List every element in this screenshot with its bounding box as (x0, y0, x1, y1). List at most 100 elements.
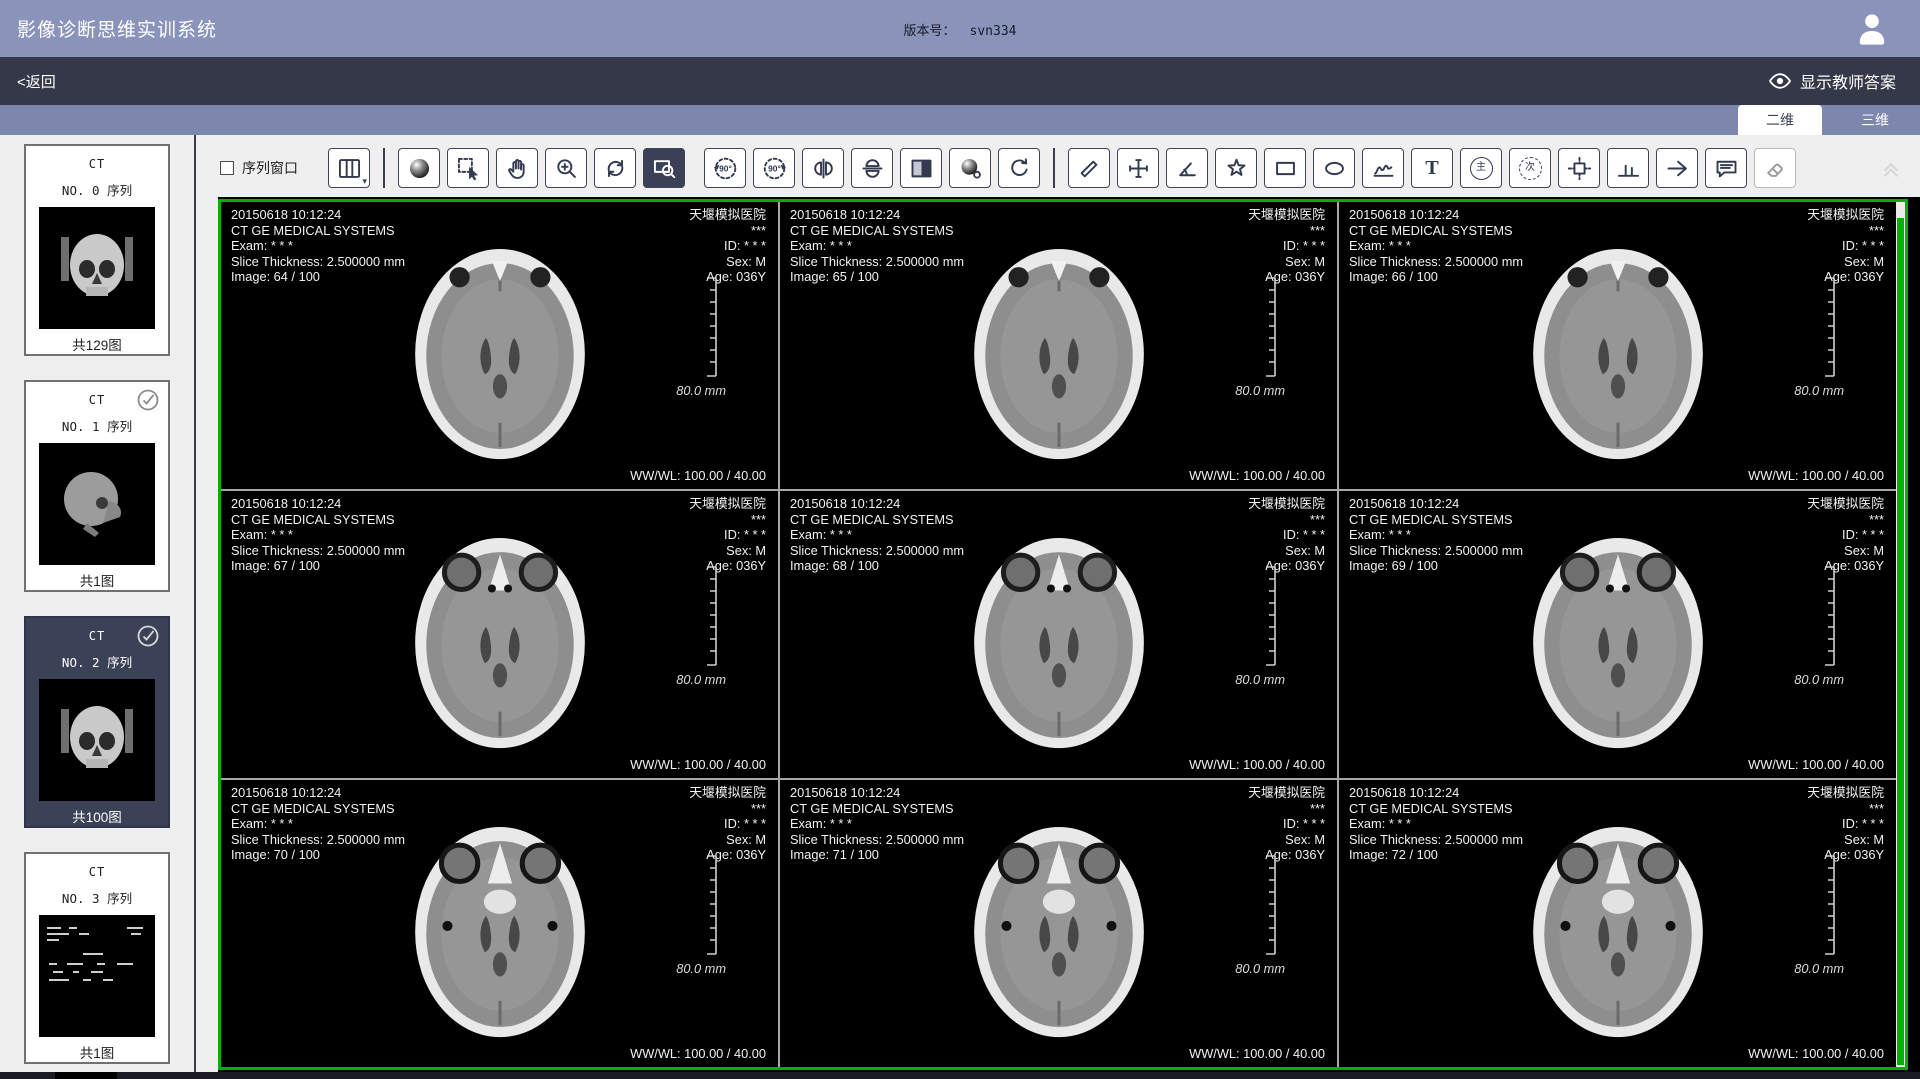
scale-ruler-icon (1261, 277, 1277, 377)
cell-info-top-right: 天堰模拟医院 *** ID: * * * Sex: M Age: 036Y (1807, 785, 1884, 863)
tab-3d[interactable]: 三维 (1844, 105, 1906, 135)
bottom-scrollbar[interactable] (0, 1072, 1920, 1079)
cell-patient-id: ID: * * * (1807, 238, 1884, 254)
cell-hospital: 天堰模拟医院 (689, 785, 766, 801)
series-image-count: 共129图 (26, 334, 168, 354)
eraser-button[interactable] (1754, 148, 1796, 188)
cell-sex: Sex: M (1248, 832, 1325, 848)
viewer-scrollbar[interactable] (1896, 202, 1905, 1067)
zoom-in-button[interactable] (545, 148, 587, 188)
cell-slice-thickness: Slice Thickness: 2.500000 mm (1349, 254, 1523, 270)
cell-slice-thickness: Slice Thickness: 2.500000 mm (231, 543, 405, 559)
series-window-checkbox[interactable] (220, 161, 234, 175)
cell-patient-id: ID: * * * (689, 527, 766, 543)
viewport-cell[interactable]: 20150618 10:12:24 CT GE MEDICAL SYSTEMS … (1339, 780, 1896, 1067)
viewport-cell[interactable]: 20150618 10:12:24 CT GE MEDICAL SYSTEMS … (221, 202, 778, 489)
invert-button[interactable] (900, 148, 942, 188)
measure-line-button[interactable] (1068, 148, 1110, 188)
arrow-annotation-button[interactable] (1656, 148, 1698, 188)
pan-button[interactable] (496, 148, 538, 188)
series-name: NO. 0 序列 (26, 180, 168, 199)
bottom-scrollbar-thumb[interactable] (55, 1072, 117, 1079)
profile-bars-button[interactable] (1607, 148, 1649, 188)
viewport-cell[interactable]: 20150618 10:12:24 CT GE MEDICAL SYSTEMS … (221, 780, 778, 1067)
cell-manufacturer: CT GE MEDICAL SYSTEMS (1349, 512, 1523, 528)
viewport-cell[interactable]: 20150618 10:12:24 CT GE MEDICAL SYSTEMS … (221, 491, 778, 778)
viewport-cell[interactable]: 20150618 10:12:24 CT GE MEDICAL SYSTEMS … (780, 491, 1337, 778)
cell-image-number: Image: 69 / 100 (1349, 558, 1523, 574)
collapse-toolbar-button[interactable] (1876, 155, 1906, 181)
viewport-cell[interactable]: 20150618 10:12:24 CT GE MEDICAL SYSTEMS … (1339, 491, 1896, 778)
eraser-icon (1762, 155, 1789, 182)
text-annotation-button[interactable]: T (1411, 148, 1453, 188)
curve-profile-button[interactable] (1362, 148, 1404, 188)
cell-datetime: 20150618 10:12:24 (1349, 785, 1523, 801)
viewer: 20150618 10:12:24 CT GE MEDICAL SYSTEMS … (218, 197, 1920, 1079)
draw-rectangle-button[interactable] (1264, 148, 1306, 188)
back-button[interactable]: <返回 (17, 71, 56, 92)
reset-button[interactable] (998, 148, 1040, 188)
draw-star-button[interactable] (1215, 148, 1257, 188)
select-button[interactable] (447, 148, 489, 188)
ct-slice-image (388, 803, 610, 1056)
cell-datetime: 20150618 10:12:24 (790, 496, 964, 512)
curve-profile-icon (1370, 155, 1397, 182)
series-card-0[interactable]: CT NO. 0 序列 共129图 (24, 144, 170, 356)
window-level-label: WW/WL: 100.00 / 40.00 (630, 468, 766, 484)
cell-exam: Exam: * * * (790, 238, 964, 254)
cell-sex: Sex: M (689, 543, 766, 559)
tab-2d[interactable]: 二维 (1738, 105, 1822, 135)
cell-image-number: Image: 65 / 100 (790, 269, 964, 285)
zoom-region-button[interactable] (643, 148, 685, 188)
eye-icon (1768, 69, 1792, 93)
rotate-cw-icon: 90° (761, 155, 788, 182)
cell-stars: *** (1807, 223, 1884, 239)
flip-horizontal-button[interactable] (802, 148, 844, 188)
scale-ruler-icon (1261, 855, 1277, 955)
scale-label: 80.0 mm (1794, 961, 1844, 977)
cell-age: Age: 036Y (1807, 558, 1884, 574)
cell-info-top-left: 20150618 10:12:24 CT GE MEDICAL SYSTEMS … (790, 496, 964, 574)
window-level-button[interactable] (398, 148, 440, 188)
series-card-3[interactable]: CT NO. 3 序列 共1图 (24, 852, 170, 1064)
secondary-mark-button[interactable]: 次 (1509, 148, 1551, 188)
measure-angle-button[interactable] (1166, 148, 1208, 188)
viewport-cell[interactable]: 20150618 10:12:24 CT GE MEDICAL SYSTEMS … (780, 202, 1337, 489)
viewer-scrollbar-thumb[interactable] (1897, 218, 1904, 1065)
measure-cross-button[interactable] (1117, 148, 1159, 188)
flip-horizontal-icon (810, 155, 837, 182)
ct-slice-image (388, 225, 610, 478)
dose-report-thumb-icon (39, 915, 155, 1037)
window-presets-button[interactable] (949, 148, 991, 188)
flip-vertical-button[interactable] (851, 148, 893, 188)
viewport-cell[interactable]: 20150618 10:12:24 CT GE MEDICAL SYSTEMS … (780, 780, 1337, 1067)
ct-slice-image (1506, 514, 1728, 767)
cell-slice-thickness: Slice Thickness: 2.500000 mm (1349, 832, 1523, 848)
rotate-ccw-90-button[interactable]: 90° (704, 148, 746, 188)
draw-ellipse-button[interactable] (1313, 148, 1355, 188)
cell-info-top-right: 天堰模拟医院 *** ID: * * * Sex: M Age: 036Y (1248, 785, 1325, 863)
series-card-2[interactable]: CT NO. 2 序列 共100图 (24, 616, 170, 828)
refresh-button[interactable] (594, 148, 636, 188)
ct-slice-image (947, 803, 1169, 1056)
scale-label: 80.0 mm (1235, 672, 1285, 688)
series-image-count: 共100图 (26, 806, 168, 826)
scale-ruler-icon (1820, 566, 1836, 666)
cell-sex: Sex: M (1807, 832, 1884, 848)
viewport-cell[interactable]: 20150618 10:12:24 CT GE MEDICAL SYSTEMS … (1339, 202, 1896, 489)
skull-front-thumb-icon (39, 207, 155, 329)
rotate-cw-90-button[interactable]: 90° (753, 148, 795, 188)
cell-patient-id: ID: * * * (1807, 527, 1884, 543)
cell-manufacturer: CT GE MEDICAL SYSTEMS (790, 512, 964, 528)
show-teacher-answer-button[interactable]: 显示教师答案 (1768, 69, 1896, 93)
cell-age: Age: 036Y (1248, 558, 1325, 574)
dimension-tabstrip: 二维 三维 (0, 105, 1920, 135)
series-card-1[interactable]: CT NO. 1 序列 共1图 (24, 380, 170, 592)
cell-exam: Exam: * * * (1349, 816, 1523, 832)
primary-mark-button[interactable]: 主 (1460, 148, 1502, 188)
layout-button[interactable]: ▾ (328, 148, 370, 188)
localizer-button[interactable] (1558, 148, 1600, 188)
comment-button[interactable] (1705, 148, 1747, 188)
user-icon[interactable] (1852, 9, 1892, 49)
cell-image-number: Image: 66 / 100 (1349, 269, 1523, 285)
